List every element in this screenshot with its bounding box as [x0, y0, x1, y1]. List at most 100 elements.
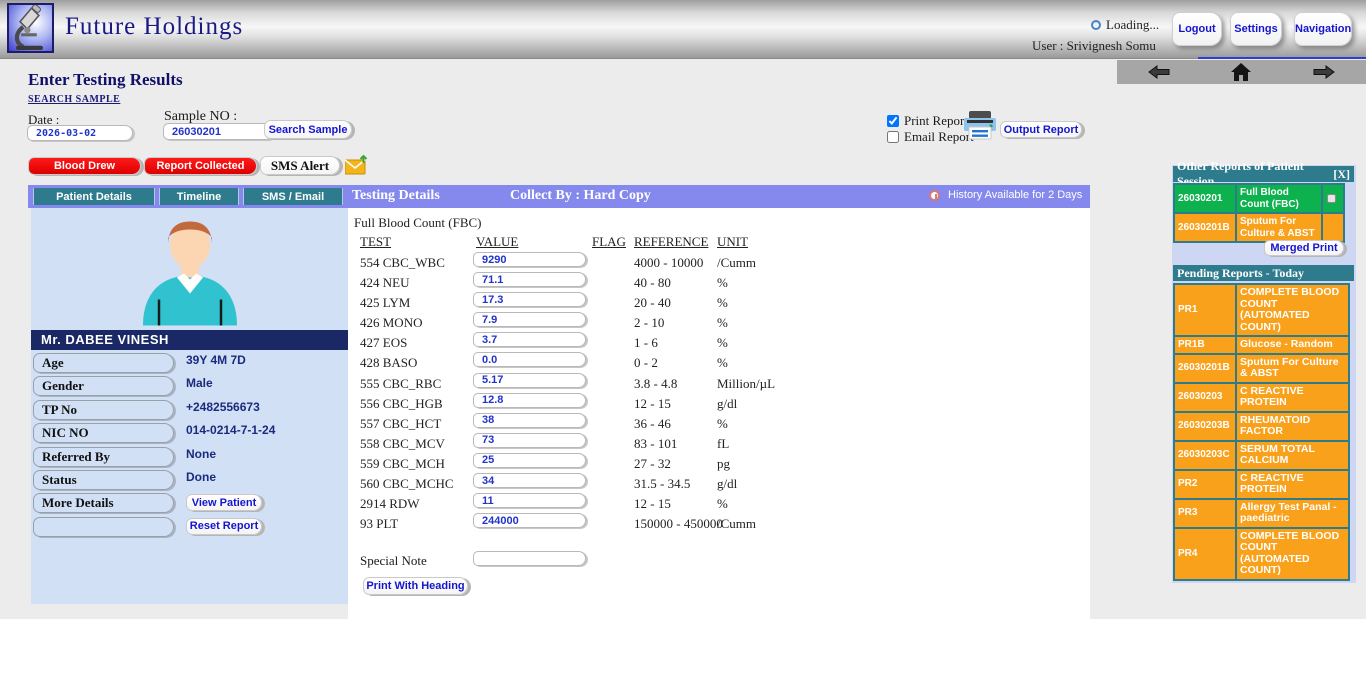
- report-checkbox[interactable]: [1327, 194, 1336, 203]
- email-report-option[interactable]: Email Report: [887, 129, 974, 145]
- navigation-button[interactable]: Navigation: [1294, 12, 1352, 46]
- blood-drew-button[interactable]: Blood Drew: [28, 157, 141, 175]
- search-sample-button[interactable]: Search Sample: [264, 120, 352, 139]
- settings-button[interactable]: Settings: [1230, 12, 1282, 46]
- forward-icon[interactable]: [1312, 65, 1336, 79]
- test-value-input[interactable]: [473, 513, 586, 528]
- pending-report-row[interactable]: PR1 COMPLETE BLOOD COUNT (AUTOMATED COUN…: [1175, 285, 1348, 337]
- pending-report-row[interactable]: 26030203B RHEUMATOID FACTOR: [1175, 413, 1348, 442]
- pending-code: 26030201B: [1175, 355, 1237, 382]
- print-with-heading-button[interactable]: Print With Heading: [363, 577, 468, 595]
- col-value: VALUE: [476, 234, 518, 250]
- pending-name: COMPLETE BLOOD COUNT (AUTOMATED COUNT): [1237, 285, 1344, 335]
- special-note-input[interactable]: [473, 551, 586, 566]
- test-value-input[interactable]: [473, 373, 586, 388]
- search-sample-link[interactable]: SEARCH SAMPLE: [28, 94, 120, 105]
- merged-print-button[interactable]: Merged Print: [1264, 240, 1344, 256]
- app-logo: [7, 3, 54, 53]
- microscope-icon: [9, 5, 52, 51]
- printer-icon[interactable]: [962, 110, 998, 146]
- test-reference: 12 - 15: [634, 396, 671, 412]
- pending-report-row[interactable]: PR3 Allergy Test Panal - paediatric: [1175, 500, 1348, 529]
- field-value: 014-0214-7-1-24: [186, 423, 275, 437]
- other-reports-table: 26030201 Full Blood Count (FBC) 26030201…: [1173, 183, 1345, 243]
- test-value-input[interactable]: [473, 352, 586, 367]
- reset-row: Reset Report: [33, 517, 346, 537]
- print-report-option[interactable]: Print Report: [887, 113, 968, 129]
- report-check-cell: [1323, 185, 1339, 212]
- test-row: 424 NEU 40 - 80 %: [360, 272, 1060, 292]
- pending-report-row[interactable]: 26030203 C REACTIVE PROTEIN: [1175, 384, 1348, 413]
- test-value-input[interactable]: [473, 332, 586, 347]
- reset-report-button[interactable]: Reset Report: [186, 518, 262, 535]
- test-reference: 2 - 10: [634, 315, 664, 331]
- pending-code: PR4: [1175, 529, 1237, 579]
- test-unit: %: [717, 315, 728, 331]
- tab[interactable]: SMS / Email: [243, 188, 343, 205]
- field-value: None: [186, 447, 216, 461]
- pending-report-row[interactable]: PR4 COMPLETE BLOOD COUNT (AUTOMATED COUN…: [1175, 529, 1348, 579]
- history-indicator: History Available for 2 Days: [929, 189, 1082, 201]
- pending-report-row[interactable]: PR2 C REACTIVE PROTEIN: [1175, 471, 1348, 500]
- field-label: TP No: [33, 400, 174, 420]
- email-report-checkbox[interactable]: [887, 131, 899, 143]
- results-rows: 554 CBC_WBC 4000 - 10000 /Cumm 424 NEU 4…: [360, 252, 1060, 533]
- sample-no-input[interactable]: [163, 123, 275, 140]
- test-value-input[interactable]: [473, 312, 586, 327]
- test-value-input[interactable]: [473, 493, 586, 508]
- test-value-input[interactable]: [473, 272, 586, 287]
- output-report-button[interactable]: Output Report: [1000, 121, 1082, 138]
- back-icon[interactable]: [1147, 65, 1171, 79]
- test-name: 557 CBC_HCT: [360, 416, 441, 432]
- test-reference: 40 - 80: [634, 275, 671, 291]
- close-button[interactable]: [X]: [1333, 167, 1350, 182]
- more-details-label: More Details: [33, 493, 174, 513]
- print-report-checkbox[interactable]: [887, 115, 899, 127]
- date-input[interactable]: [27, 125, 133, 141]
- test-group-title: Full Blood Count (FBC): [354, 215, 482, 231]
- col-test: TEST: [360, 234, 391, 250]
- brand-title: Future Holdings: [65, 13, 243, 41]
- pending-report-row[interactable]: 26030203C SERUM TOTAL CALCIUM: [1175, 442, 1348, 471]
- testing-details-title: Testing Details: [352, 188, 440, 204]
- test-unit: pg: [717, 456, 730, 472]
- test-value-input[interactable]: [473, 292, 586, 307]
- session-report-row[interactable]: 26030201B Sputum For Culture & ABST: [1175, 214, 1343, 241]
- report-collected-button[interactable]: Report Collected: [144, 157, 257, 175]
- test-name: 425 LYM: [360, 295, 410, 311]
- pending-code: 26030203B: [1175, 413, 1237, 440]
- patient-field-row: Status Done: [33, 470, 346, 490]
- loading-spinner-icon: [1091, 20, 1101, 30]
- email-envelope-icon[interactable]: [345, 155, 368, 180]
- test-value-input[interactable]: [473, 433, 586, 448]
- patient-field-row: Gender Male: [33, 376, 346, 396]
- test-value-input[interactable]: [473, 453, 586, 468]
- test-value-input[interactable]: [473, 473, 586, 488]
- page-title: Enter Testing Results: [28, 70, 183, 90]
- test-reference: 12 - 15: [634, 496, 671, 512]
- tab[interactable]: Patient Details: [33, 188, 155, 205]
- patient-field-row: Referred By None: [33, 447, 346, 467]
- test-value-input[interactable]: [473, 252, 586, 267]
- view-patient-button[interactable]: View Patient: [186, 494, 262, 511]
- pending-code: PR1B: [1175, 337, 1237, 353]
- field-label: Status: [33, 470, 174, 490]
- home-icon[interactable]: [1231, 63, 1251, 81]
- test-unit: g/dl: [717, 396, 737, 412]
- pending-report-row[interactable]: 26030201B Sputum For Culture & ABST: [1175, 355, 1348, 384]
- session-report-row[interactable]: 26030201 Full Blood Count (FBC): [1175, 185, 1343, 214]
- test-name: 93 PLT: [360, 516, 398, 532]
- test-unit: fL: [717, 436, 729, 452]
- col-reference: REFERENCE: [634, 234, 708, 250]
- logout-button[interactable]: Logout: [1172, 12, 1222, 46]
- pending-report-row[interactable]: PR1B Glucose - Random: [1175, 337, 1348, 355]
- test-value-input[interactable]: [473, 393, 586, 408]
- test-value-input[interactable]: [473, 413, 586, 428]
- pending-name: RHEUMATOID FACTOR: [1237, 413, 1344, 440]
- test-name: 2914 RDW: [360, 496, 420, 512]
- pending-name: C REACTIVE PROTEIN: [1237, 384, 1344, 411]
- sms-alert-button[interactable]: SMS Alert: [260, 156, 340, 175]
- field-value: 39Y 4M 7D: [186, 353, 246, 367]
- tab[interactable]: Timeline: [159, 188, 239, 205]
- test-name: 424 NEU: [360, 275, 409, 291]
